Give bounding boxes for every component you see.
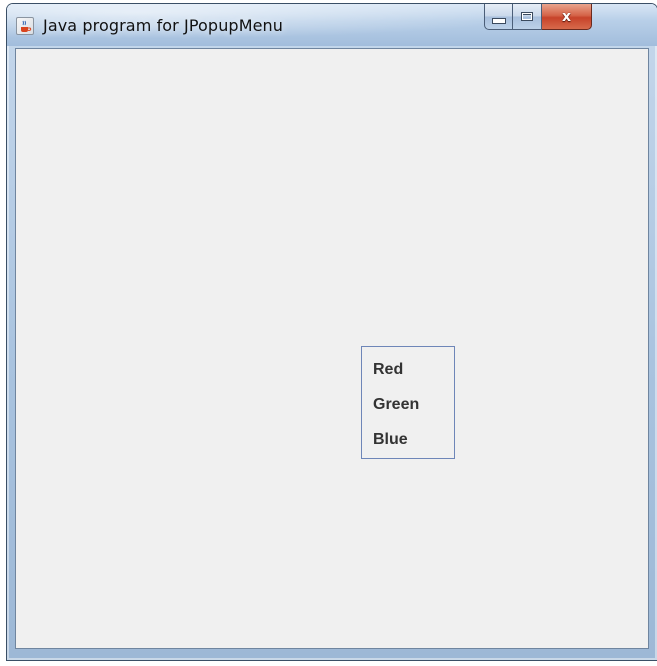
app-window: Java program for JPopupMenu x Red Green …: [7, 4, 657, 660]
content-pane[interactable]: Red Green Blue: [15, 48, 649, 649]
minimize-icon: [491, 17, 506, 24]
window-title: Java program for JPopupMenu: [43, 16, 284, 35]
menu-item-green[interactable]: Green: [362, 387, 454, 422]
menu-item-blue[interactable]: Blue: [362, 422, 454, 457]
title-bar[interactable]: Java program for JPopupMenu x: [7, 4, 657, 46]
close-button[interactable]: x: [542, 4, 592, 30]
minimize-button[interactable]: [484, 4, 513, 30]
popup-menu: Red Green Blue: [361, 346, 455, 459]
window-controls: x: [484, 4, 648, 30]
close-icon: x: [561, 8, 572, 25]
java-cup-icon[interactable]: [16, 17, 34, 35]
menu-item-red[interactable]: Red: [362, 352, 454, 387]
maximize-button[interactable]: [513, 4, 542, 30]
maximize-icon: [521, 12, 533, 21]
